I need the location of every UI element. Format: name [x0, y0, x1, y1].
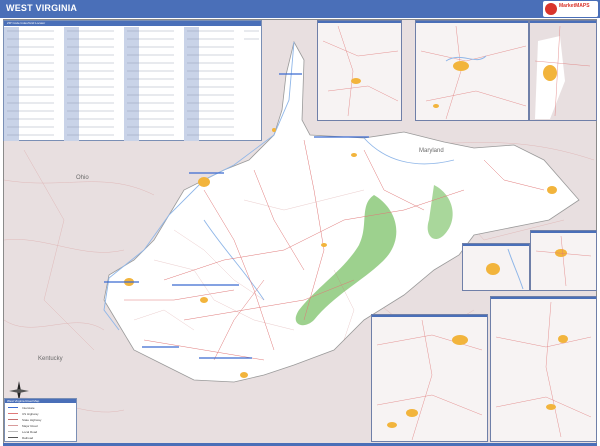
logo-text: MarketMAPS	[559, 3, 590, 9]
index-header: ZIP Code Index/Grid Locator	[4, 21, 261, 26]
inset-map-7[interactable]	[490, 296, 597, 442]
inset-map-1[interactable]	[317, 20, 402, 121]
label-maryland: Maryland	[419, 148, 444, 154]
logo-line1: MarketMAPS	[559, 3, 590, 9]
index-columns	[4, 27, 259, 141]
legend-railroad: Railroad	[8, 436, 68, 440]
legend-state-highway: State Highway	[8, 418, 68, 422]
label-ohio: Ohio	[76, 175, 89, 181]
legend-us-highway: US Highway	[8, 412, 68, 416]
publisher-logo[interactable]: MarketMAPS	[543, 1, 598, 17]
legend-interstate: Interstate	[8, 406, 68, 410]
inset-map-5[interactable]	[530, 230, 597, 291]
map-title: WEST VIRGINIA	[6, 3, 78, 13]
index-heading: ZIP Code Index/Grid Locator	[7, 21, 46, 25]
map-legend: West Virginia Road Map Interstate US Hig…	[4, 398, 77, 442]
legend-major-road: Major Road	[8, 424, 68, 428]
title-bar: WEST VIRGINIA MarketMAPS	[0, 0, 600, 18]
legend-heading: West Virginia Road Map	[7, 399, 40, 403]
inset-map-2[interactable]	[415, 20, 529, 121]
inset-map-3[interactable]	[529, 20, 597, 121]
inset-map-6[interactable]	[371, 314, 488, 442]
zip-index-panel[interactable]: ZIP Code Index/Grid Locator	[3, 20, 262, 141]
inset-map-4[interactable]	[462, 243, 530, 291]
globe-icon	[545, 3, 557, 15]
legend-local-road: Local Road	[8, 430, 68, 434]
label-kentucky: Kentucky	[38, 356, 63, 362]
